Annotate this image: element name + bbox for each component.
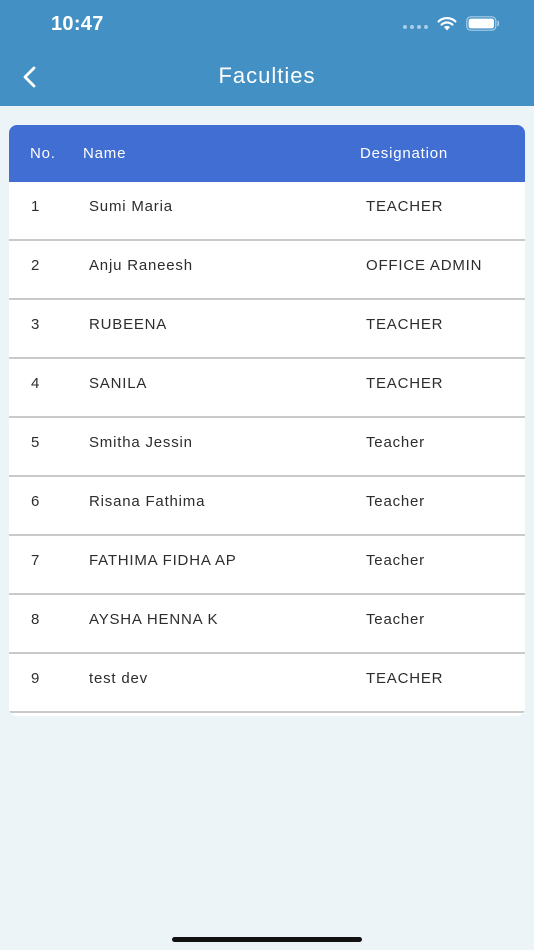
table-row[interactable]: 7 FATHIMA FIDHA AP Teacher [9, 536, 525, 595]
cell-designation: Teacher [366, 493, 425, 510]
cell-designation: OFFICE ADMIN [366, 257, 483, 274]
table-row[interactable]: 5 Smitha Jessin Teacher [9, 418, 525, 477]
cell-designation: TEACHER [366, 316, 444, 333]
cell-name: Smitha Jessin [89, 434, 193, 451]
table-row[interactable]: 4 SANILA TEACHER [9, 359, 525, 418]
table-row[interactable]: 9 test dev TEACHER [9, 654, 525, 713]
cell-name: Anju Raneesh [89, 257, 193, 274]
battery-icon [466, 16, 500, 31]
column-header-name: Name [83, 145, 127, 162]
table-row[interactable]: 3 RUBEENA TEACHER [9, 300, 525, 359]
cell-no: 2 [31, 257, 41, 274]
cell-name: SANILA [89, 375, 148, 392]
app-header: 10:47 Faculties [0, 0, 534, 106]
cell-name: Risana Fathima [89, 493, 206, 510]
cell-name: test dev [89, 670, 148, 687]
column-header-designation: Designation [360, 145, 449, 162]
cell-no: 9 [31, 670, 41, 687]
cell-no: 4 [31, 375, 41, 392]
cell-designation: Teacher [366, 611, 425, 628]
status-time: 10:47 [51, 13, 104, 35]
cell-designation: TEACHER [366, 670, 444, 687]
page-title: Faculties [218, 63, 316, 88]
cell-designation: Teacher [366, 434, 425, 451]
column-header-no: No. [30, 145, 56, 162]
signal-dots-icon [403, 24, 428, 29]
cell-name: Sumi Maria [89, 198, 173, 215]
cell-no: 5 [31, 434, 41, 451]
cell-name: FATHIMA FIDHA AP [89, 552, 237, 569]
table-row[interactable]: 6 Risana Fathima Teacher [9, 477, 525, 536]
home-indicator[interactable] [172, 937, 362, 942]
faculty-table: No. Name Designation 1 Sumi Maria TEACHE… [9, 125, 525, 716]
wifi-icon [437, 17, 457, 31]
cell-designation: TEACHER [366, 198, 444, 215]
cell-designation: TEACHER [366, 375, 444, 392]
table-row[interactable]: 1 Sumi Maria TEACHER [9, 182, 525, 241]
cell-no: 3 [31, 316, 41, 333]
status-icons [403, 16, 500, 31]
cell-designation: Teacher [366, 552, 425, 569]
table-header: No. Name Designation [9, 125, 525, 182]
cell-name: RUBEENA [89, 316, 168, 333]
cell-no: 6 [31, 493, 41, 510]
cell-no: 1 [31, 198, 41, 215]
cell-no: 8 [31, 611, 41, 628]
table-row[interactable]: 8 AYSHA HENNA K Teacher [9, 595, 525, 654]
table-row[interactable]: 2 Anju Raneesh OFFICE ADMIN [9, 241, 525, 300]
cell-no: 7 [31, 552, 41, 569]
cell-name: AYSHA HENNA K [89, 611, 219, 628]
